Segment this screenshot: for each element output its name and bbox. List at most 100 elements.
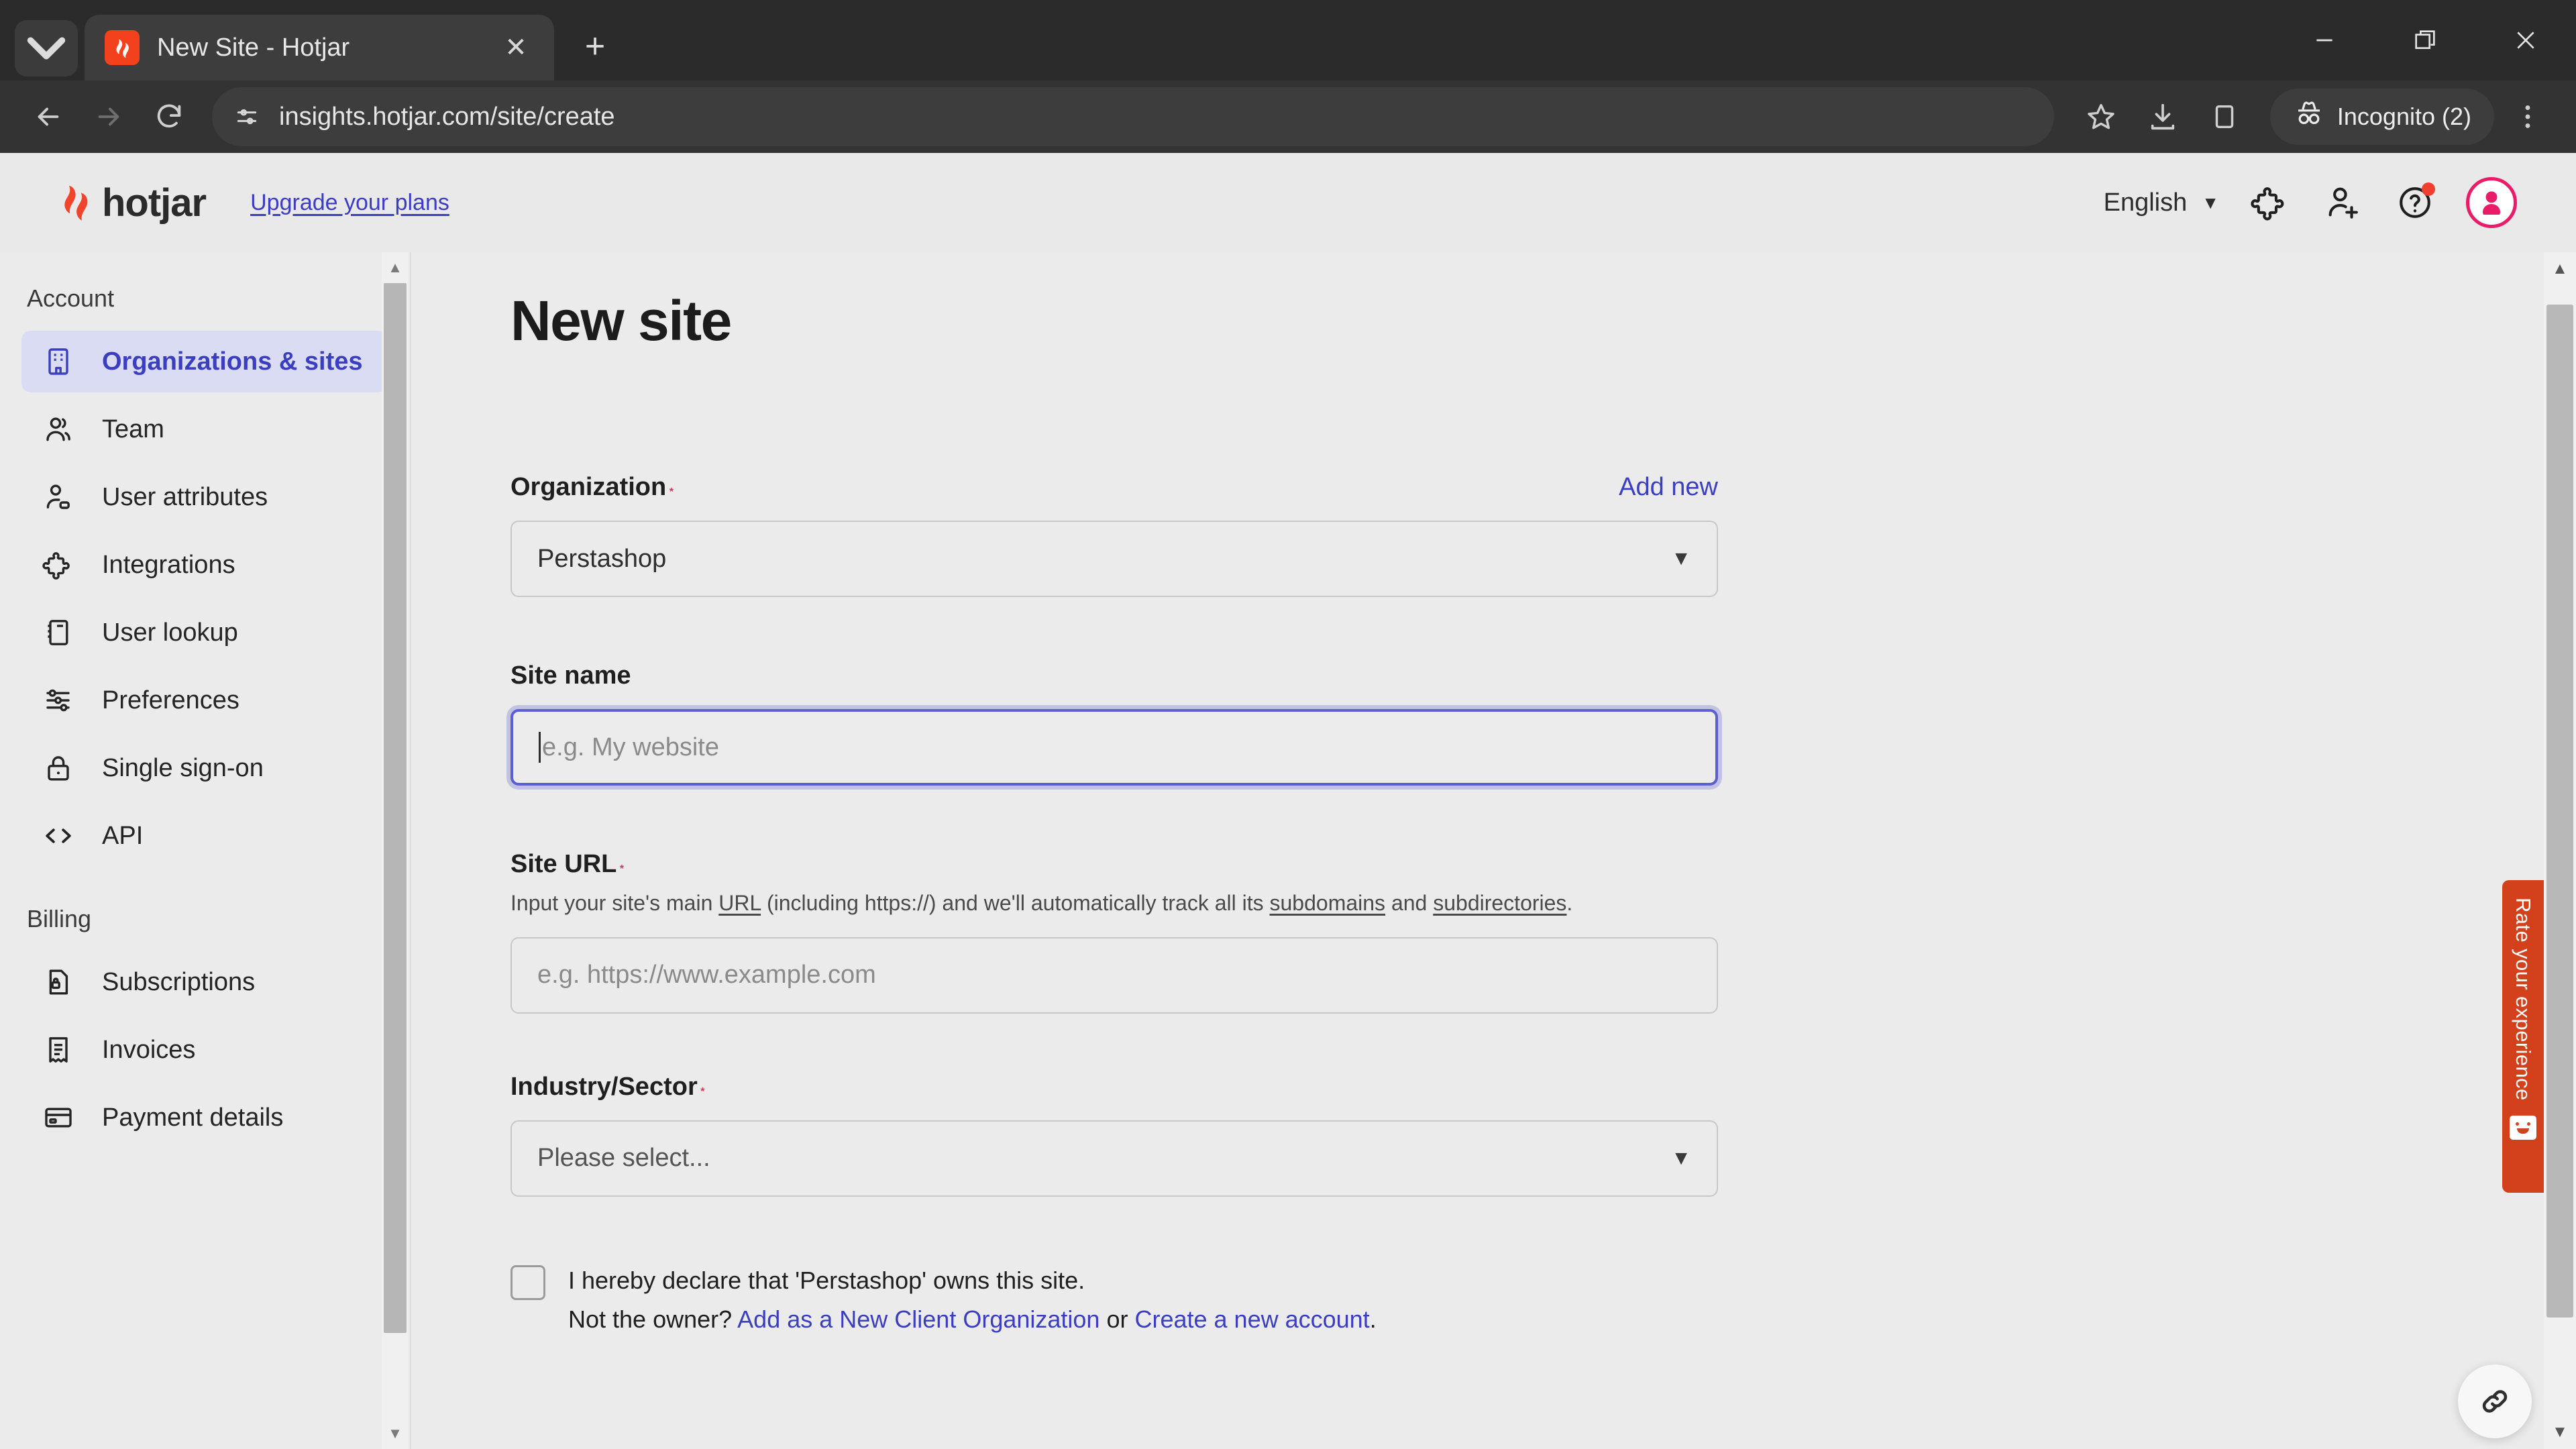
user-avatar-icon[interactable] [2466, 177, 2517, 228]
required-marker: * [619, 863, 625, 875]
sidebar-item-payment-details[interactable]: Payment details [21, 1087, 387, 1148]
link-chain-button[interactable] [2458, 1364, 2532, 1438]
window-controls [2274, 0, 2576, 80]
incognito-hat-icon [2293, 98, 2325, 136]
page-title: New site [511, 289, 732, 352]
sidebar-scrollbar[interactable]: ▲ ▼ [382, 252, 409, 1449]
rate-experience-tab[interactable]: Rate your experience [2502, 880, 2544, 1193]
tab-search-chevron-icon[interactable] [15, 20, 78, 76]
address-bar[interactable]: insights.hotjar.com/site/create [212, 87, 2054, 146]
language-selector[interactable]: English ▼ [2104, 189, 2219, 217]
building-icon [42, 345, 75, 378]
puzzle-piece-icon[interactable] [2249, 181, 2292, 224]
sidebar-item-single-sign-on[interactable]: Single sign-on [21, 737, 387, 799]
site-settings-icon[interactable] [224, 94, 270, 140]
code-brackets-icon [42, 819, 75, 853]
reload-icon[interactable] [141, 89, 197, 145]
sidebar-scrollbar-thumb[interactable] [384, 283, 407, 1333]
sidebar-item-label: Integrations [102, 550, 235, 579]
site-url-label-row: Site URL * [511, 850, 1718, 879]
ownership-declaration-row: I hereby declare that 'Perstashop' owns … [511, 1261, 1718, 1340]
sidebar-item-label: Organizations & sites [102, 347, 363, 376]
site-url-input[interactable]: e.g. https://www.example.com [511, 936, 1718, 1014]
site-name-input[interactable]: e.g. My website [511, 709, 1718, 786]
sidebar-item-integrations[interactable]: Integrations [21, 534, 387, 596]
helper-mid: (including https://) and we'll automatic… [761, 891, 1270, 915]
field-industry-sector: Industry/Sector * Please select... ▼ [511, 1073, 1718, 1197]
add-client-organization-link[interactable]: Add as a New Client Organization [737, 1305, 1099, 1333]
star-icon[interactable] [2073, 89, 2129, 145]
back-arrow-icon[interactable] [20, 89, 76, 145]
sidebar-scroll-area: Account Organizations & sites Team User … [0, 252, 410, 1449]
chevron-down-icon: ▼ [2202, 192, 2219, 213]
credit-card-icon [42, 1101, 75, 1134]
new-tab-plus-icon[interactable]: + [572, 23, 619, 70]
industry-sector-select[interactable]: Please select... ▼ [511, 1120, 1718, 1197]
sidebar-item-user-attributes[interactable]: User attributes [21, 466, 387, 528]
sidebar-scrollbar-track[interactable] [382, 283, 409, 1418]
sidebar-item-label: API [102, 821, 144, 850]
scroll-down-arrow-icon[interactable]: ▼ [2544, 1415, 2576, 1449]
new-site-form-wrapper: New site Organization * Add new Perstash… [411, 252, 2544, 1339]
not-owner-line: Not the owner? Add as a New Client Organ… [568, 1300, 1377, 1339]
ownership-checkbox[interactable] [511, 1265, 545, 1300]
hotjar-flame-icon [64, 185, 88, 221]
window-close-icon[interactable] [2475, 0, 2576, 80]
organization-select[interactable]: Perstashop ▼ [511, 521, 1718, 597]
sidebar-item-subscriptions[interactable]: Subscriptions [21, 951, 387, 1013]
browser-toolbar: insights.hotjar.com/site/create Incognit… [0, 80, 2576, 153]
create-new-account-link[interactable]: Create a new account [1134, 1305, 1369, 1333]
field-site-name: Site name e.g. My website [511, 661, 1718, 786]
sidebar-item-organizations-sites[interactable]: Organizations & sites [21, 331, 387, 392]
ownership-declaration: I hereby declare that 'Perstashop' owns … [568, 1266, 1085, 1294]
sidebar-item-label: Preferences [102, 686, 239, 714]
sidebar-item-label: Invoices [102, 1035, 196, 1064]
add-user-icon[interactable] [2321, 181, 2364, 224]
organization-label: Organization * [511, 473, 674, 501]
smiley-face-icon [2510, 1115, 2536, 1140]
required-marker: * [700, 1085, 705, 1097]
sidebar-item-preferences[interactable]: Preferences [21, 669, 387, 731]
user-tag-icon [42, 480, 75, 514]
scroll-up-arrow-icon[interactable]: ▲ [382, 252, 409, 283]
upgrade-plans-link[interactable]: Upgrade your plans [250, 190, 449, 216]
field-site-url: Site URL * Input your site's main URL (i… [511, 850, 1718, 1014]
main-content: New site Organization * Add new Perstash… [411, 252, 2576, 1449]
sidebar-item-team[interactable]: Team [21, 398, 387, 460]
field-organization: Organization * Add new Perstashop ▼ [511, 473, 1718, 597]
three-dot-menu-icon[interactable] [2500, 89, 2556, 145]
sidebar-item-invoices[interactable]: Invoices [21, 1019, 387, 1081]
sidebar-item-api[interactable]: API [21, 805, 387, 867]
browser-tab[interactable]: New Site - Hotjar ✕ [85, 15, 554, 80]
organization-selected-value: Perstashop [537, 544, 667, 573]
add-new-organization-link[interactable]: Add new [1619, 473, 1718, 502]
sidebar-item-label: Payment details [102, 1103, 284, 1132]
download-icon[interactable] [2135, 89, 2191, 145]
page-viewport: hotjar Upgrade your plans English ▼ Acco… [0, 153, 2576, 1449]
url-term: URL [718, 891, 761, 915]
site-url-helper-text: Input your site's main URL (including ht… [511, 888, 1718, 918]
sidebar-item-user-lookup[interactable]: User lookup [21, 602, 387, 663]
forward-arrow-icon[interactable] [80, 89, 137, 145]
site-url-placeholder: e.g. https://www.example.com [537, 961, 876, 989]
text-cursor [539, 732, 541, 763]
hotjar-logo[interactable]: hotjar [58, 180, 207, 225]
page-scrollbar-track[interactable] [2544, 286, 2576, 1415]
industry-sector-label-row: Industry/Sector * [511, 1073, 1718, 1102]
scroll-up-arrow-icon[interactable]: ▲ [2544, 252, 2576, 286]
maximize-restore-icon[interactable] [2375, 0, 2475, 80]
close-icon[interactable]: ✕ [498, 32, 534, 63]
help-question-icon[interactable] [2394, 181, 2436, 224]
dropdown-caret-icon: ▼ [1671, 547, 1691, 570]
incognito-indicator[interactable]: Incognito (2) [2269, 89, 2494, 145]
page-scrollbar[interactable]: ▲ ▼ [2544, 252, 2576, 1449]
page-scrollbar-thumb[interactable] [2546, 305, 2573, 1318]
scroll-down-arrow-icon[interactable]: ▼ [382, 1418, 409, 1449]
site-name-label: Site name [511, 661, 631, 690]
side-panel-icon[interactable] [2196, 89, 2253, 145]
sidebar-item-label: User lookup [102, 618, 238, 647]
minimize-icon[interactable] [2274, 0, 2375, 80]
